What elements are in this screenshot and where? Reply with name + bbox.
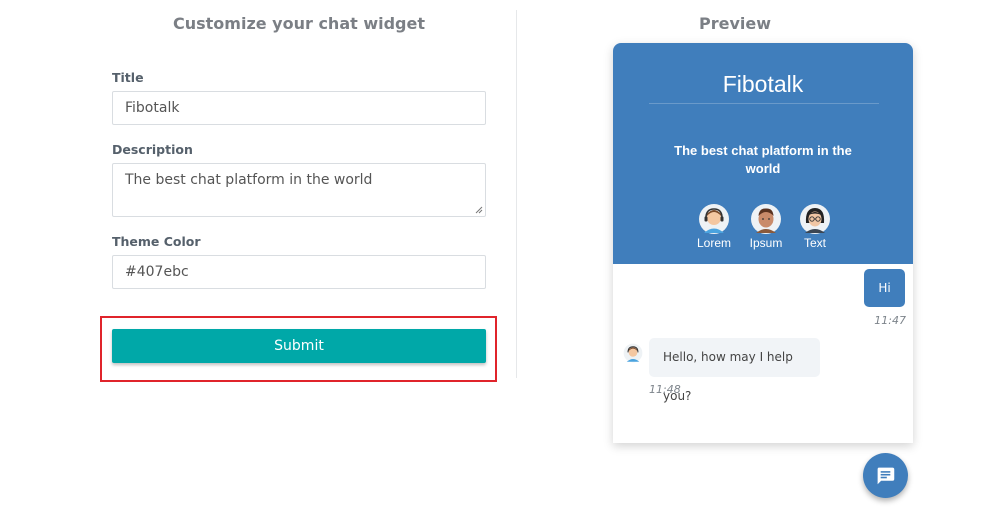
- outgoing-message: Hi: [864, 269, 905, 307]
- form-heading: Customize your chat widget: [172, 14, 426, 33]
- widget-title: Fibotalk: [722, 71, 804, 97]
- incoming-message-time: 11:48: [649, 383, 681, 396]
- incoming-message: Hello, how may I help you?: [649, 338, 820, 403]
- agent-name: Text: [803, 236, 826, 250]
- agent-ipsum: Ipsum: [741, 203, 791, 250]
- agent-woman-glasses-avatar-icon: [800, 204, 830, 234]
- widget-description: The best chat platform in the world: [674, 143, 852, 176]
- description-text: The best chat platform in the world: [125, 172, 373, 188]
- description-textarea[interactable]: The best chat platform in the world: [112, 163, 486, 217]
- description-label: Description: [112, 142, 193, 157]
- agent-name: Lorem: [696, 236, 731, 250]
- chat-launcher-button[interactable]: [863, 453, 908, 498]
- preview-heading: Preview: [698, 14, 771, 33]
- agent-lorem: Lorem: [689, 203, 739, 250]
- resize-grip-icon[interactable]: [475, 206, 483, 214]
- title-label: Title: [112, 70, 144, 85]
- submit-button[interactable]: Submit: [112, 329, 486, 363]
- agent-text: Text: [790, 203, 840, 250]
- title-input[interactable]: Fibotalk: [112, 91, 486, 125]
- column-divider: [516, 10, 517, 378]
- agent-headset-avatar-icon: [699, 204, 729, 234]
- agent-message-avatar-icon: [623, 343, 643, 363]
- outgoing-message-time: 11:47: [874, 314, 906, 327]
- chat-widget-preview: Fibotalk The best chat platform in the w…: [613, 43, 913, 443]
- agent-name: Ipsum: [749, 236, 783, 250]
- widget-title-divider: [649, 103, 879, 104]
- widget-header: Fibotalk The best chat platform in the w…: [613, 43, 913, 264]
- agent-man-avatar-icon: [751, 204, 781, 234]
- theme-color-label: Theme Color: [112, 234, 201, 249]
- chat-bubble-icon: [877, 467, 895, 485]
- theme-color-input[interactable]: #407ebc: [112, 255, 486, 289]
